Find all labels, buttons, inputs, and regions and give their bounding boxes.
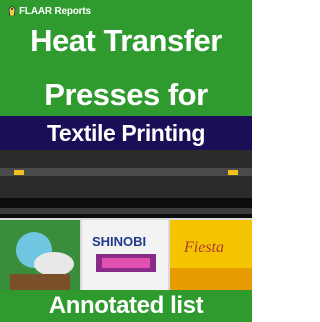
heat-press-photo: SHINOBI Fiesta [0,150,252,290]
cover-photo: SHINOBI Fiesta [0,150,252,290]
title-block: Heat Transfer Presses for [0,22,252,117]
footer-title: Annotated list [48,292,204,319]
title-line-2: Presses for [44,77,208,112]
book-cover[interactable]: FLAAR Reports Heat Transfer Presses for … [0,0,252,322]
subtitle: Textile Printing [46,120,206,146]
title-line-1: Heat Transfer [30,23,222,58]
brand: FLAAR Reports [8,5,91,17]
flaar-logo-icon [8,6,16,16]
banner-text-2: Fiesta [183,239,224,256]
brand-name: FLAAR Reports [19,5,91,17]
banner-text-1: SHINOBI [92,234,146,249]
